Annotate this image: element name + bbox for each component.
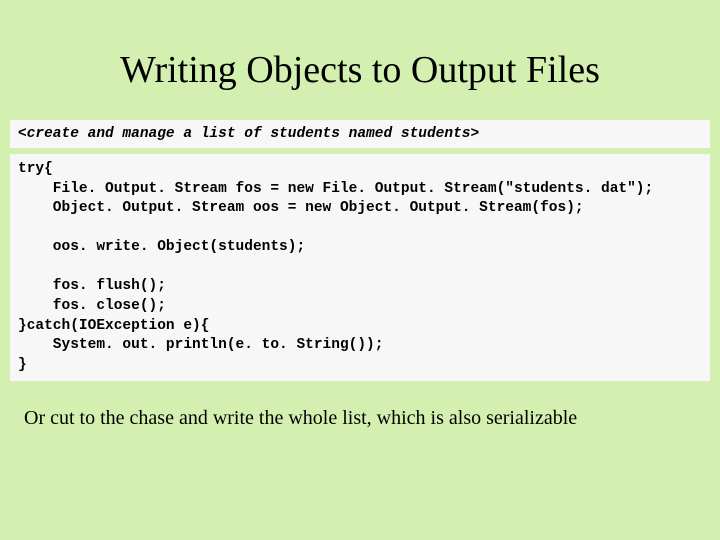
slide-footer-text: Or cut to the chase and write the whole … — [0, 381, 720, 430]
slide-title: Writing Objects to Output Files — [0, 0, 720, 120]
code-snippet-body: try{ File. Output. Stream fos = new File… — [10, 154, 710, 381]
code-snippet-header: <create and manage a list of students na… — [10, 120, 710, 148]
